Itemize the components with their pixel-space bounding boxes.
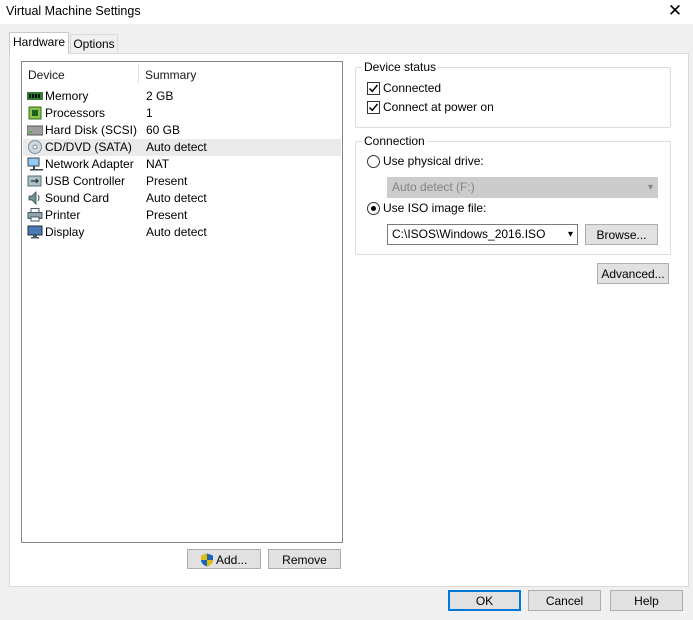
device-row-cd-dvd[interactable]: CD/DVD (SATA) Auto detect (23, 139, 341, 156)
device-name: Processors (45, 106, 106, 120)
device-summary: 2 GB (146, 89, 174, 103)
iso-image-path-input[interactable]: C:\ISOS\Windows_2016.ISO ▾ (387, 224, 578, 245)
device-list[interactable]: Device Summary Memory 2 GB Processors 1 … (21, 61, 343, 543)
device-summary: 1 (146, 106, 153, 120)
device-summary: 60 GB (146, 123, 181, 137)
iso-image-radio[interactable] (367, 202, 380, 215)
device-summary: Present (146, 208, 188, 222)
remove-device-button[interactable]: Remove (268, 549, 341, 569)
checkmark-icon (368, 84, 379, 93)
tab-options[interactable]: Options (70, 34, 118, 53)
device-summary: NAT (146, 157, 170, 171)
device-name: Printer (45, 208, 81, 222)
device-summary: Present (146, 174, 188, 188)
device-row-display[interactable]: Display Auto detect (23, 224, 341, 241)
dialog-body: Hardware Options Device Summary Memory 2… (0, 24, 693, 620)
help-button[interactable]: Help (610, 590, 683, 611)
connected-checkbox[interactable] (367, 82, 380, 95)
remove-button-label: Remove (282, 553, 327, 567)
device-column-header[interactable]: Device (28, 68, 65, 82)
physical-drive-value: Auto detect (F:) (392, 180, 475, 194)
ok-button[interactable]: OK (448, 590, 521, 611)
device-row-usb-controller[interactable]: USB Controller Present (23, 173, 341, 190)
tab-hardware-label: Hardware (12, 35, 66, 49)
display-icon (27, 225, 43, 239)
browse-button[interactable]: Browse... (585, 224, 658, 245)
device-row-printer[interactable]: Printer Present (23, 207, 341, 224)
device-summary: Auto detect (146, 191, 207, 205)
memory-icon (27, 92, 43, 100)
close-icon[interactable]: ✕ (665, 2, 685, 20)
device-row-processors[interactable]: Processors 1 (23, 105, 341, 122)
processor-icon (28, 106, 42, 120)
summary-column-header[interactable]: Summary (145, 68, 196, 82)
chevron-down-icon: ▾ (647, 182, 653, 193)
device-status-title: Device status (362, 60, 439, 74)
hard-disk-icon (27, 125, 43, 136)
device-name: CD/DVD (SATA) (45, 140, 132, 154)
help-button-label: Help (634, 594, 659, 608)
iso-image-label[interactable]: Use ISO image file: (383, 201, 486, 215)
uac-shield-icon (201, 553, 213, 567)
device-name: Hard Disk (SCSI) (45, 123, 138, 137)
device-status-group: Device status Connected Connect at power… (355, 60, 671, 128)
printer-icon (27, 208, 43, 222)
device-name: Memory (45, 89, 89, 103)
cancel-button[interactable]: Cancel (528, 590, 601, 611)
cancel-button-label: Cancel (545, 594, 584, 608)
usb-icon (27, 175, 42, 187)
column-divider[interactable] (138, 64, 139, 84)
radio-dot (371, 206, 376, 211)
device-name: USB Controller (45, 174, 126, 188)
device-row-network-adapter[interactable]: Network Adapter NAT (23, 156, 341, 173)
connection-title: Connection (362, 134, 427, 148)
connection-group: Connection Use physical drive: Auto dete… (355, 134, 671, 255)
ok-button-label: OK (475, 594, 494, 608)
browse-button-label: Browse... (596, 228, 647, 242)
network-adapter-icon (27, 157, 43, 171)
chevron-down-icon[interactable]: ▾ (568, 225, 573, 244)
connect-at-power-on-label[interactable]: Connect at power on (383, 100, 494, 114)
physical-drive-radio[interactable] (367, 155, 380, 168)
device-row-sound-card[interactable]: Sound Card Auto detect (23, 190, 341, 207)
title-bar: Virtual Machine Settings ✕ (0, 0, 693, 24)
checkmark-icon (368, 103, 379, 112)
device-name: Sound Card (45, 191, 110, 205)
device-summary: Auto detect (146, 225, 207, 239)
iso-image-path-value: C:\ISOS\Windows_2016.ISO (392, 227, 546, 241)
add-button-label: Add... (216, 553, 248, 567)
physical-drive-label[interactable]: Use physical drive: (383, 154, 484, 168)
device-row-hard-disk[interactable]: Hard Disk (SCSI) 60 GB (23, 122, 341, 139)
advanced-button[interactable]: Advanced... (597, 263, 669, 284)
tab-options-label: Options (73, 37, 115, 51)
add-device-button[interactable]: Add... (187, 549, 261, 569)
advanced-button-label: Advanced... (601, 267, 665, 281)
connected-label[interactable]: Connected (383, 81, 441, 95)
cd-dvd-icon (28, 140, 42, 154)
sound-card-icon (28, 191, 40, 205)
device-summary: Auto detect (146, 140, 207, 154)
device-row-memory[interactable]: Memory 2 GB (23, 88, 341, 105)
tab-hardware[interactable]: Hardware (9, 32, 69, 54)
physical-drive-select: Auto detect (F:) ▾ (387, 177, 658, 198)
window-title: Virtual Machine Settings (6, 4, 141, 18)
connect-at-power-on-checkbox[interactable] (367, 101, 380, 114)
device-name: Network Adapter (45, 157, 134, 171)
device-name: Display (45, 225, 85, 239)
